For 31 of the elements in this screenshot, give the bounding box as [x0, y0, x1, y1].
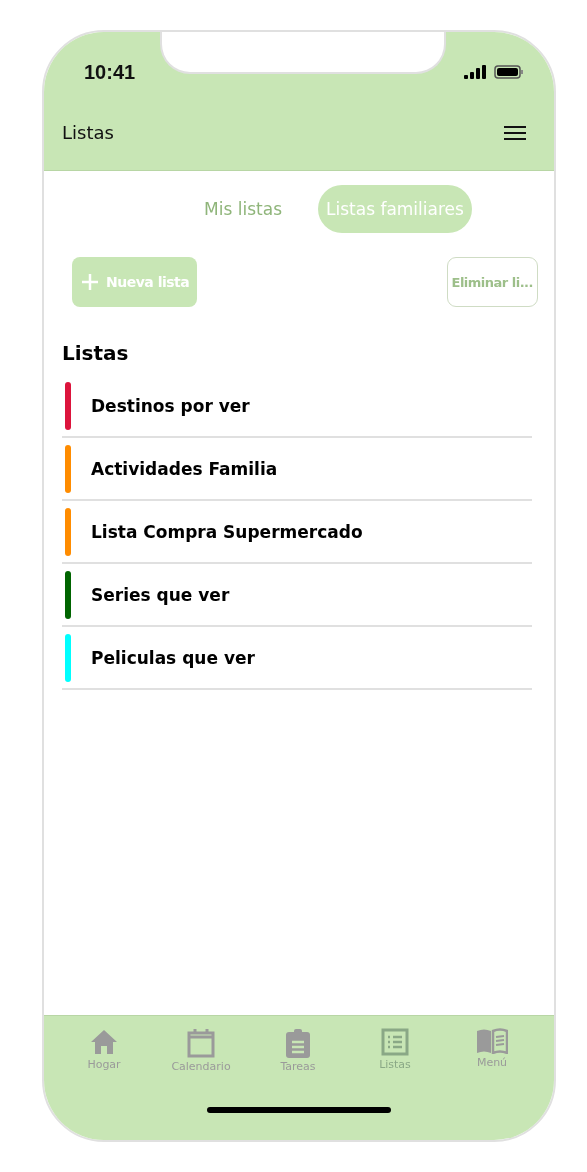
tab[interactable]: Listas familiares: [318, 185, 472, 233]
home-icon: [89, 1028, 119, 1056]
nav-item[interactable]: Menú: [460, 1028, 524, 1073]
menu-icon[interactable]: [504, 124, 526, 141]
plus-icon: [82, 274, 98, 290]
section-title: Listas: [61, 340, 130, 367]
list-item[interactable]: Peliculas que ver: [62, 627, 532, 690]
list-item[interactable]: Actividades Familia: [62, 438, 532, 501]
calendar-icon: [186, 1028, 216, 1058]
list-name: Destinos por ver: [91, 395, 250, 416]
book-icon: [476, 1028, 508, 1054]
nav-item[interactable]: Tareas: [266, 1028, 330, 1073]
list-item[interactable]: Series que ver: [62, 564, 532, 627]
nav-item[interactable]: Calendario: [169, 1028, 233, 1073]
tab[interactable]: Mis listas: [196, 185, 290, 233]
status-time: 10:41: [84, 60, 136, 84]
clipboard-icon: [285, 1028, 311, 1058]
battery-icon: [494, 65, 524, 79]
list-name: Lista Compra Supermercado: [91, 521, 363, 542]
list-name: Peliculas que ver: [91, 647, 255, 668]
delete-list-button[interactable]: Eliminar li...: [446, 257, 538, 307]
list-item[interactable]: Lista Compra Supermercado: [62, 501, 532, 564]
header-title: Listas: [62, 122, 114, 143]
nav-item[interactable]: Listas: [363, 1028, 427, 1073]
list-name: Series que ver: [91, 584, 230, 605]
list-icon: [381, 1028, 409, 1056]
new-list-button[interactable]: Nueva lista: [72, 257, 198, 307]
nav-item[interactable]: Hogar: [72, 1028, 136, 1073]
list-item[interactable]: Destinos por ver: [62, 375, 532, 438]
list-name: Actividades Familia: [91, 458, 278, 479]
signal-icon: [464, 65, 486, 79]
